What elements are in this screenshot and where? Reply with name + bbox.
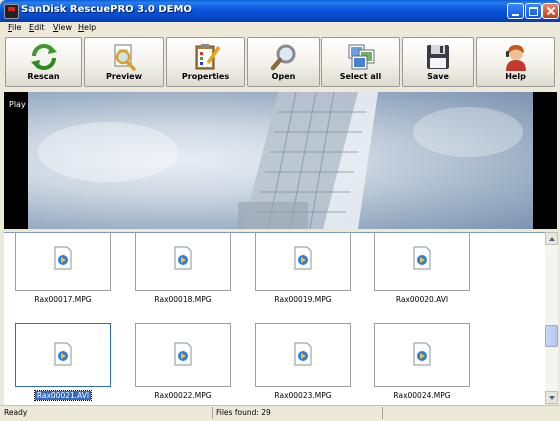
status-bar: Ready Files found: 29: [0, 405, 560, 421]
preview-button[interactable]: Preview: [84, 37, 164, 87]
menu-help[interactable]: Help: [78, 23, 96, 32]
menu-view[interactable]: View: [53, 23, 72, 32]
file-thumbnail[interactable]: [255, 233, 351, 291]
properties-button[interactable]: Properties: [166, 37, 245, 87]
preview-image: [28, 92, 533, 229]
magnifier-icon: [270, 44, 295, 71]
play-label: Play: [9, 100, 26, 109]
help-label: Help: [505, 72, 526, 81]
file-caption[interactable]: Rax00018.MPG: [123, 295, 243, 304]
file-caption[interactable]: Rax00023.MPG: [243, 391, 363, 400]
media-file-icon: [174, 246, 192, 270]
file-thumbnail-grid[interactable]: Rax00017.MPG Rax00018.MPG Rax00019.MPG R…: [4, 232, 545, 405]
file-caption-selected[interactable]: Rax00021.AVI: [4, 390, 123, 401]
rescan-label: Rescan: [27, 72, 60, 81]
file-caption[interactable]: Rax00017.MPG: [4, 295, 123, 304]
minimize-button[interactable]: [507, 3, 524, 19]
file-thumbnail[interactable]: [374, 323, 470, 387]
help-person-icon: [505, 45, 526, 71]
status-files-found: Files found: 29: [216, 408, 271, 417]
toolbar: Rescan Preview Properties Open Select al…: [2, 35, 558, 90]
menu-edit[interactable]: Edit: [29, 23, 45, 32]
menu-bar: File Edit View Help: [2, 22, 558, 34]
close-button[interactable]: [542, 3, 559, 19]
media-file-icon: [294, 246, 312, 270]
properties-label: Properties: [181, 72, 230, 81]
window-title: SanDisk RescuePRO 3.0 DEMO: [21, 4, 192, 15]
clipboard-pencil-icon: [195, 44, 220, 70]
media-file-icon: [413, 342, 431, 366]
media-file-icon: [294, 342, 312, 366]
media-file-icon: [54, 342, 72, 366]
open-button[interactable]: Open: [247, 37, 320, 87]
file-thumbnail[interactable]: [374, 233, 470, 291]
scroll-thumb[interactable]: [545, 325, 558, 347]
rescan-arrows-icon: [30, 44, 57, 70]
menu-file[interactable]: File: [8, 23, 21, 32]
scroll-down-button[interactable]: [545, 391, 558, 404]
file-thumbnail[interactable]: [15, 233, 111, 291]
status-separator: [212, 407, 213, 419]
select-all-label: Select all: [339, 72, 382, 81]
rescan-button[interactable]: Rescan: [5, 37, 82, 87]
file-caption[interactable]: Rax00024.MPG: [362, 391, 482, 400]
magnifier-document-icon: [114, 44, 136, 71]
floppy-disk-icon: [427, 45, 449, 69]
file-caption[interactable]: Rax00019.MPG: [243, 295, 363, 304]
file-caption[interactable]: Rax00020.AVI: [362, 295, 482, 304]
file-thumbnail[interactable]: [135, 323, 231, 387]
maximize-button[interactable]: [525, 3, 542, 19]
media-file-icon: [413, 246, 431, 270]
save-button[interactable]: Save: [402, 37, 474, 87]
help-button[interactable]: Help: [476, 37, 555, 87]
file-thumbnail[interactable]: [255, 323, 351, 387]
media-file-icon: [174, 342, 192, 366]
title-bar[interactable]: SanDisk RescuePRO 3.0 DEMO: [0, 0, 560, 22]
save-label: Save: [427, 72, 449, 81]
app-icon[interactable]: [4, 4, 19, 19]
status-ready: Ready: [4, 408, 28, 417]
open-label: Open: [271, 72, 296, 81]
file-thumbnail-selected[interactable]: [15, 323, 111, 387]
file-thumbnail[interactable]: [135, 233, 231, 291]
status-separator: [382, 407, 383, 419]
pictures-stack-icon: [348, 44, 374, 70]
vertical-scrollbar[interactable]: [545, 232, 558, 404]
preview-label: Preview: [105, 72, 142, 81]
select-all-button[interactable]: Select all: [321, 37, 400, 87]
file-caption[interactable]: Rax00022.MPG: [123, 391, 243, 400]
media-file-icon: [54, 246, 72, 270]
scroll-up-button[interactable]: [545, 232, 558, 245]
preview-pane[interactable]: Play: [4, 92, 557, 229]
